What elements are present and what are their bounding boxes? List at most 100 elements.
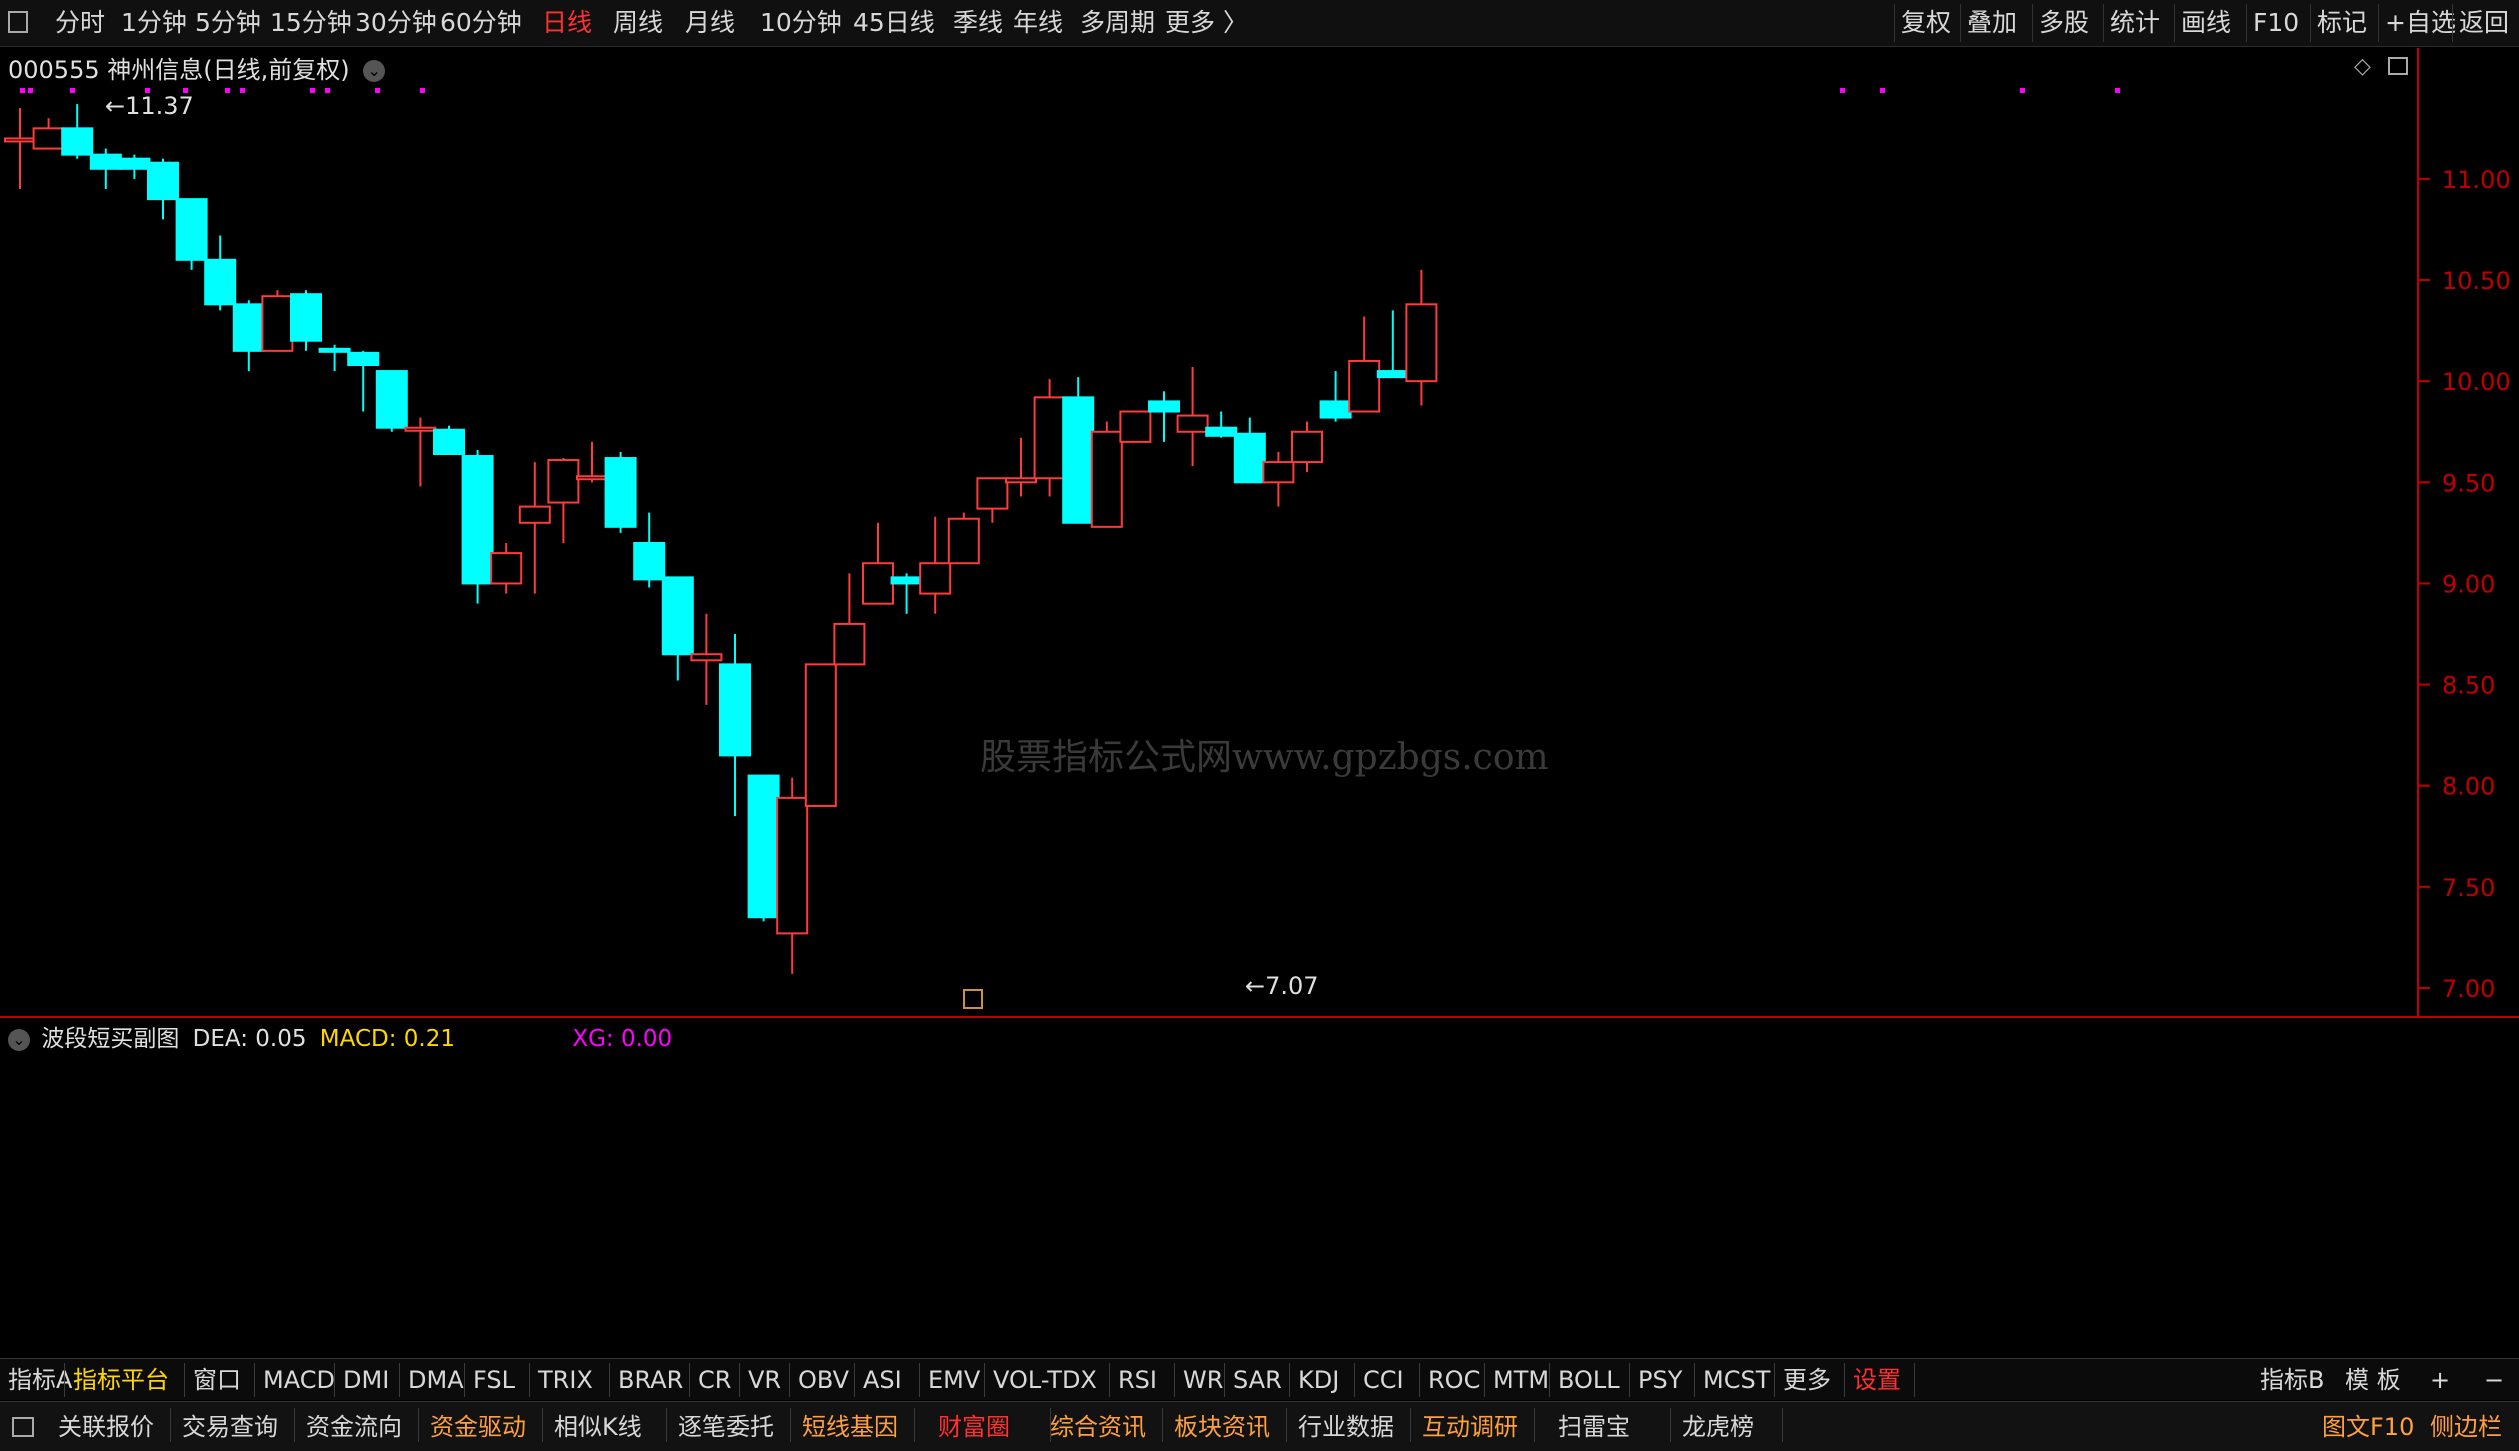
candle-body[interactable] <box>547 459 580 504</box>
candle-body[interactable] <box>375 370 408 429</box>
indicator-tab-8[interactable]: BRAR <box>618 1364 683 1396</box>
candle-body[interactable] <box>604 457 637 528</box>
info-tab-2[interactable]: 资金流向 <box>306 1410 402 1444</box>
toolbar-btn-5[interactable]: F10 <box>2246 4 2305 42</box>
indicator-tab-20[interactable]: ROC <box>1428 1364 1480 1396</box>
candle-body[interactable] <box>490 552 523 585</box>
toolbar-btn-7[interactable]: +自选 <box>2378 4 2462 42</box>
candle-body[interactable] <box>1233 432 1266 484</box>
candle-body[interactable] <box>1176 414 1209 433</box>
period-7[interactable]: 周线 <box>613 8 663 38</box>
indicator-tab-10[interactable]: VR <box>748 1364 781 1396</box>
indicator-tab-18[interactable]: KDJ <box>1298 1364 1339 1396</box>
candle-body[interactable] <box>433 428 465 455</box>
candle-body[interactable] <box>232 303 265 352</box>
candlestick-chart[interactable]: 11.00 10.50 10.00 9.50 9.00 8.50 8.00 7.50 7.00 ←… <box>0 48 2519 1018</box>
menu-square-icon[interactable] <box>12 1417 34 1437</box>
period-11[interactable]: 季线 <box>953 8 1003 38</box>
candle-body[interactable] <box>919 562 952 595</box>
indicator-tab-11[interactable]: OBV <box>798 1364 849 1396</box>
menu-square-icon[interactable] <box>8 11 28 33</box>
period-14[interactable]: 更多 〉 <box>1165 8 1248 38</box>
candle-body[interactable] <box>1148 400 1180 413</box>
indicator-tab-17[interactable]: SAR <box>1233 1364 1282 1396</box>
candle-body[interactable] <box>1348 359 1381 413</box>
period-3[interactable]: 15分钟 <box>270 8 352 38</box>
candle-body[interactable] <box>518 505 551 524</box>
candle-body[interactable] <box>89 153 122 170</box>
candle-body[interactable] <box>1119 410 1152 443</box>
period-5[interactable]: 60分钟 <box>440 8 522 38</box>
period-10[interactable]: 45日线 <box>853 8 935 38</box>
indicator-tab-1[interactable]: 指标平台 <box>73 1364 169 1396</box>
period-4[interactable]: 30分钟 <box>355 8 437 38</box>
candle-body[interactable] <box>204 258 237 306</box>
info-right-btn-1[interactable]: 侧边栏 <box>2430 1410 2502 1444</box>
info-tab-4[interactable]: 相似K线 <box>554 1410 642 1444</box>
candle-body[interactable] <box>261 295 294 352</box>
candle-body[interactable] <box>347 351 380 367</box>
indicator-tab-16[interactable]: WR <box>1183 1364 1223 1396</box>
candle-body[interactable] <box>175 198 208 261</box>
indicator-tab-23[interactable]: PSY <box>1638 1364 1682 1396</box>
indicator-tab-12[interactable]: ASI <box>863 1364 902 1396</box>
collapse-icon[interactable]: ⌄ <box>8 1028 30 1051</box>
candle-body[interactable] <box>690 653 723 662</box>
period-6[interactable]: 日线 <box>542 8 592 38</box>
candle-body[interactable] <box>118 157 151 170</box>
candle-body[interactable] <box>1291 430 1323 464</box>
candle-body[interactable] <box>1205 426 1238 437</box>
candle-body[interactable] <box>1376 370 1409 379</box>
period-2[interactable]: 5分钟 <box>195 8 261 38</box>
period-9[interactable]: 10分钟 <box>760 8 842 38</box>
indicator-tab-3[interactable]: MACD <box>263 1364 335 1396</box>
marker-square-icon[interactable] <box>963 989 983 1009</box>
toolbar-btn-1[interactable]: 叠加 <box>1960 4 2023 42</box>
candle-body[interactable] <box>1405 303 1438 383</box>
indicator-tab-6[interactable]: FSL <box>473 1364 515 1396</box>
diamond-icon[interactable]: ◇ <box>2354 54 2371 79</box>
indicator-right-btn-3[interactable]: − <box>2484 1364 2504 1396</box>
toolbar-btn-6[interactable]: 标记 <box>2310 4 2373 42</box>
candle-body[interactable] <box>1090 430 1123 528</box>
indicator-tab-21[interactable]: MTM <box>1493 1364 1549 1396</box>
info-tab-10[interactable]: 行业数据 <box>1298 1410 1394 1444</box>
period-0[interactable]: 分时 <box>55 8 105 38</box>
info-tab-1[interactable]: 交易查询 <box>182 1410 278 1444</box>
candle-body[interactable] <box>976 477 1009 510</box>
indicator-tab-24[interactable]: MCST <box>1703 1364 1770 1396</box>
indicator-tab-15[interactable]: RSI <box>1118 1364 1157 1396</box>
info-tab-5[interactable]: 逐笔委托 <box>678 1410 774 1444</box>
candle-body[interactable] <box>804 663 837 807</box>
indicator-tab-0[interactable]: 指标A <box>8 1364 72 1396</box>
candle-body[interactable] <box>1319 400 1352 419</box>
indicator-tab-14[interactable]: VOL-TDX <box>993 1364 1097 1396</box>
dropdown-icon[interactable]: ⌄ <box>363 60 386 82</box>
candle-body[interactable] <box>1033 396 1066 480</box>
toolbar-btn-3[interactable]: 统计 <box>2103 4 2166 42</box>
indicator-right-btn-0[interactable]: 指标B <box>2260 1364 2324 1396</box>
period-1[interactable]: 1分钟 <box>121 8 187 38</box>
info-tab-3[interactable]: 资金驱动 <box>430 1410 526 1444</box>
info-tab-7[interactable]: 财富圈 <box>938 1410 1010 1444</box>
toolbar-btn-2[interactable]: 多股 <box>2032 4 2095 42</box>
info-right-btn-0[interactable]: 图文F10 <box>2322 1410 2414 1444</box>
candle-body[interactable] <box>947 517 980 565</box>
candle-body[interactable] <box>576 475 608 481</box>
candle-body[interactable] <box>1005 477 1037 484</box>
candle-body[interactable] <box>318 347 351 353</box>
candle-body[interactable] <box>461 455 494 585</box>
indicator-tab-2[interactable]: 窗口 <box>193 1364 241 1396</box>
toolbar-btn-0[interactable]: 复权 <box>1894 4 1957 42</box>
candle-body[interactable] <box>1262 461 1295 484</box>
candle-body[interactable] <box>719 663 751 757</box>
candle-body[interactable] <box>633 542 666 581</box>
indicator-tab-25[interactable]: 更多 <box>1783 1364 1831 1396</box>
info-tab-9[interactable]: 板块资讯 <box>1174 1410 1270 1444</box>
indicator-tab-9[interactable]: CR <box>698 1364 731 1396</box>
candle-body[interactable] <box>404 426 437 432</box>
info-tab-11[interactable]: 互动调研 <box>1422 1410 1518 1444</box>
candle-body[interactable] <box>862 562 894 605</box>
candle-body[interactable] <box>147 161 179 201</box>
info-tab-0[interactable]: 关联报价 <box>58 1410 154 1444</box>
